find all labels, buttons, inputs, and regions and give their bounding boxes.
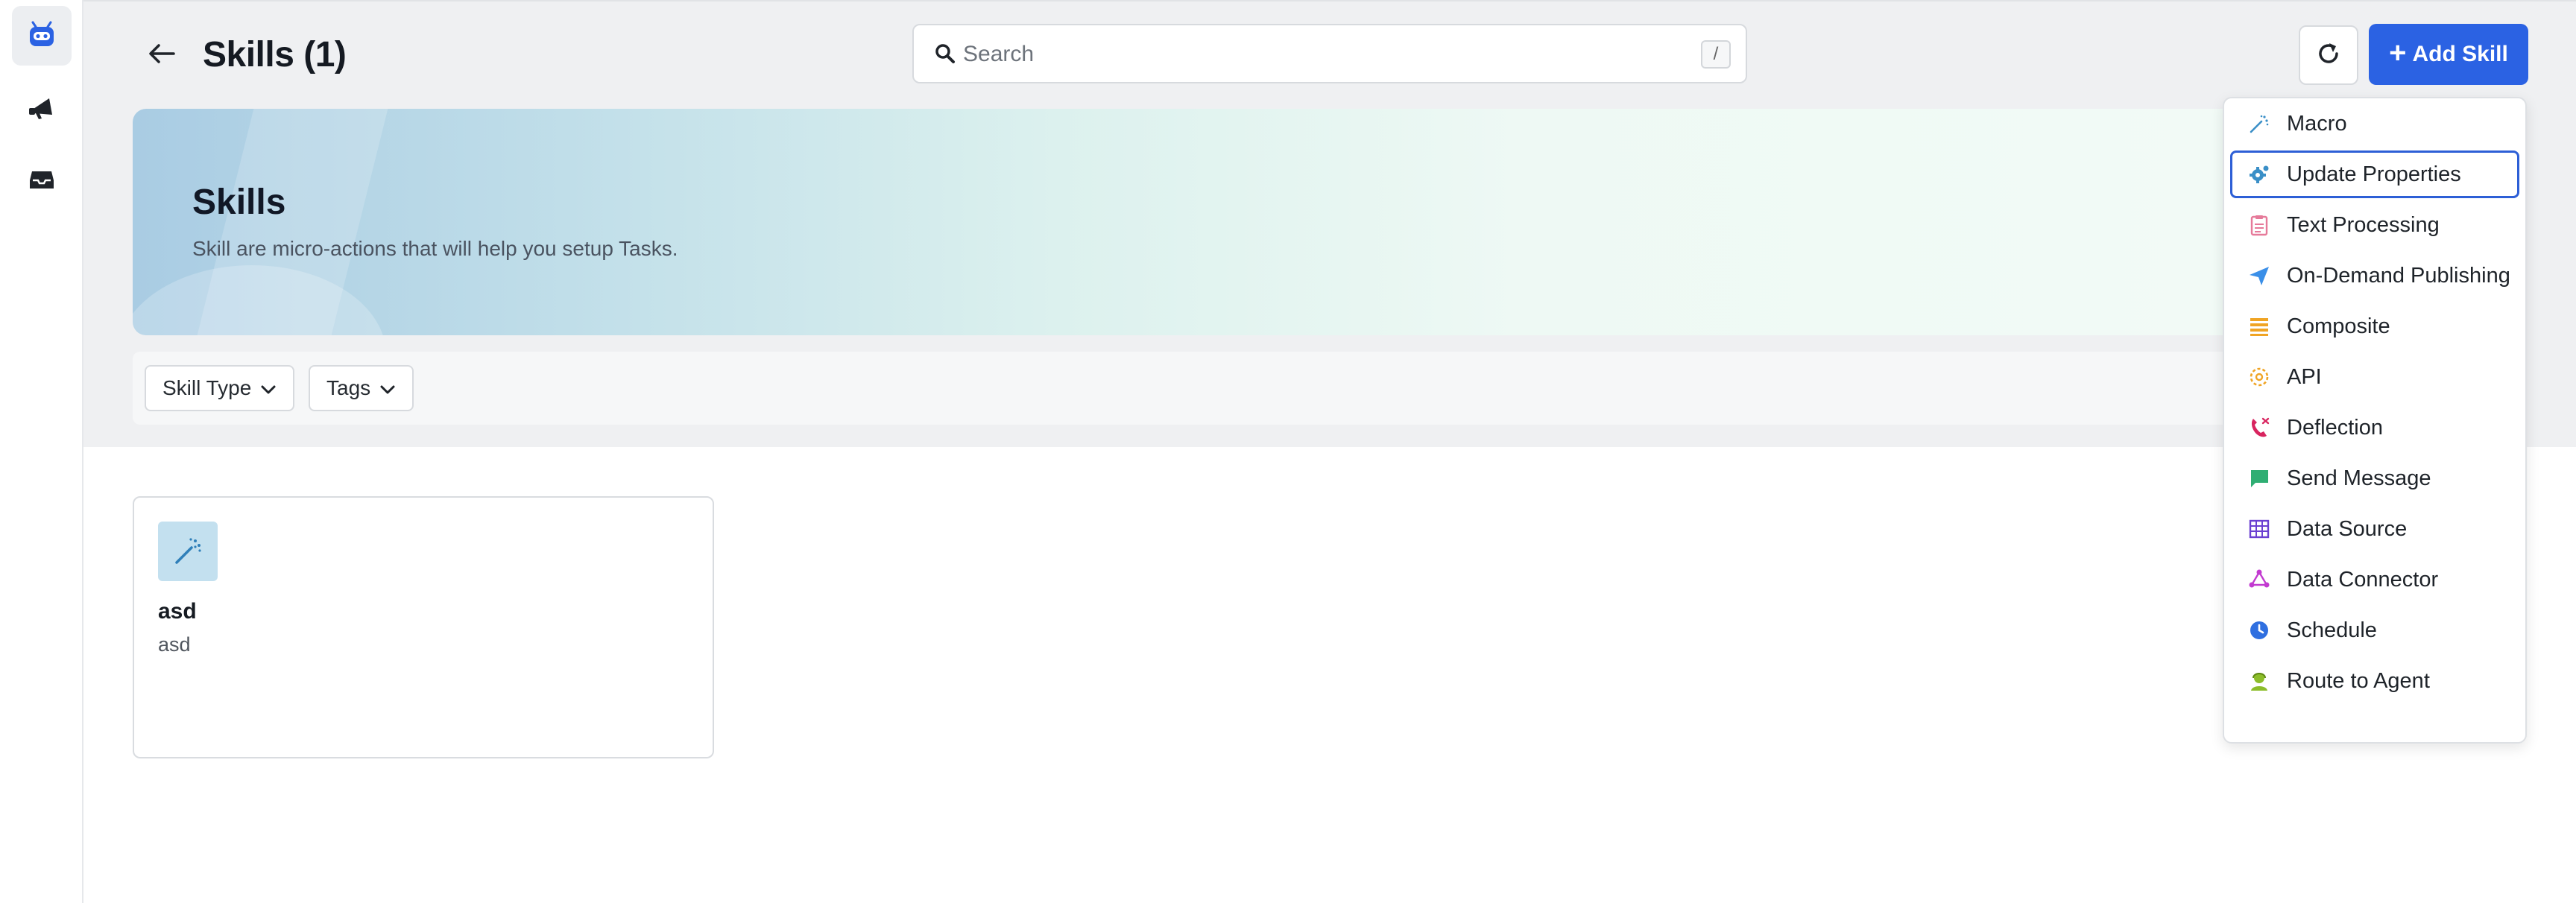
add-skill-button[interactable]: + Add Skill (2369, 24, 2528, 85)
menu-item-label: Data Source (2287, 516, 2408, 541)
skill-name: asd (158, 599, 197, 624)
menu-item-text-processing[interactable]: Text Processing (2230, 201, 2519, 249)
magic-wand-icon (2247, 111, 2272, 136)
filter-bar: Skill Type Tags (133, 352, 2443, 425)
menu-item-label: On-Demand Publishing (2287, 263, 2510, 288)
filter-label: Tags (326, 376, 371, 399)
connector-icon (2247, 567, 2272, 592)
tags-filter[interactable]: Tags (309, 365, 414, 411)
banner-title: Skills (192, 183, 286, 222)
page-title: Skills (1) (203, 35, 347, 75)
menu-item-api[interactable]: API (2230, 353, 2519, 401)
menu-item-label: Data Connector (2287, 567, 2439, 592)
menu-item-on-demand-publishing[interactable]: On-Demand Publishing (2230, 252, 2519, 300)
chevron-down-icon (379, 376, 396, 400)
inbox-icon (27, 164, 57, 197)
skills-banner: Skills Skill are micro-actions that will… (133, 109, 2443, 335)
menu-item-label: Update Properties (2287, 162, 2461, 186)
banner-decoration-circle (133, 265, 386, 335)
skill-type-filter[interactable]: Skill Type (145, 365, 295, 411)
bot-icon (25, 18, 58, 54)
rail-item-bot[interactable] (12, 6, 72, 66)
clipboard-icon (2247, 212, 2272, 238)
search-box[interactable]: / (912, 24, 1747, 83)
menu-item-label: API (2287, 364, 2322, 389)
plus-icon: + (2389, 37, 2407, 69)
grid-icon (2247, 516, 2272, 542)
menu-item-send-message[interactable]: Send Message (2230, 454, 2519, 502)
megaphone-icon (27, 92, 57, 126)
arrow-left-icon (147, 42, 177, 69)
refresh-button[interactable] (2299, 25, 2358, 85)
magic-wand-icon (158, 522, 218, 581)
left-rail (0, 0, 83, 903)
filter-label: Skill Type (162, 376, 252, 399)
menu-item-deflection[interactable]: Deflection (2230, 404, 2519, 452)
menu-item-label: Composite (2287, 314, 2390, 338)
api-icon (2247, 364, 2272, 390)
search-input[interactable] (962, 36, 1635, 73)
phone-icon (2247, 415, 2272, 440)
agent-icon (2247, 668, 2272, 694)
clock-icon (2247, 618, 2272, 643)
menu-item-label: Text Processing (2287, 212, 2440, 237)
paper-plane-icon (2247, 263, 2272, 288)
rail-item-inbox[interactable] (12, 150, 72, 210)
rail-item-campaigns[interactable] (12, 79, 72, 139)
menu-item-update-properties[interactable]: Update Properties (2230, 150, 2519, 198)
menu-item-label: Send Message (2287, 466, 2431, 490)
menu-item-data-connector[interactable]: Data Connector (2230, 556, 2519, 603)
banner-subtitle: Skill are micro-actions that will help y… (192, 237, 678, 260)
search-shortcut-badge: / (1701, 40, 1731, 69)
gear-icon (2247, 162, 2272, 187)
menu-item-label: Route to Agent (2287, 668, 2430, 693)
menu-item-label: Deflection (2287, 415, 2383, 440)
add-skill-menu: Macro Update Properties Text Processing … (2223, 97, 2527, 744)
menu-item-macro[interactable]: Macro (2230, 100, 2519, 148)
search-icon (935, 43, 956, 68)
stack-icon (2247, 314, 2272, 339)
chevron-down-icon (260, 376, 277, 400)
menu-item-label: Macro (2287, 111, 2347, 136)
skill-description: asd (158, 633, 191, 656)
skill-card[interactable]: asd asd (133, 496, 714, 758)
menu-item-composite[interactable]: Composite (2230, 302, 2519, 350)
refresh-icon (2315, 40, 2342, 71)
menu-item-data-source[interactable]: Data Source (2230, 505, 2519, 553)
menu-item-route-to-agent[interactable]: Route to Agent (2230, 657, 2519, 705)
menu-item-schedule[interactable]: Schedule (2230, 606, 2519, 654)
chat-icon (2247, 466, 2272, 491)
menu-item-label: Schedule (2287, 618, 2377, 642)
add-skill-label: Add Skill (2412, 42, 2508, 66)
back-button[interactable] (142, 37, 182, 73)
